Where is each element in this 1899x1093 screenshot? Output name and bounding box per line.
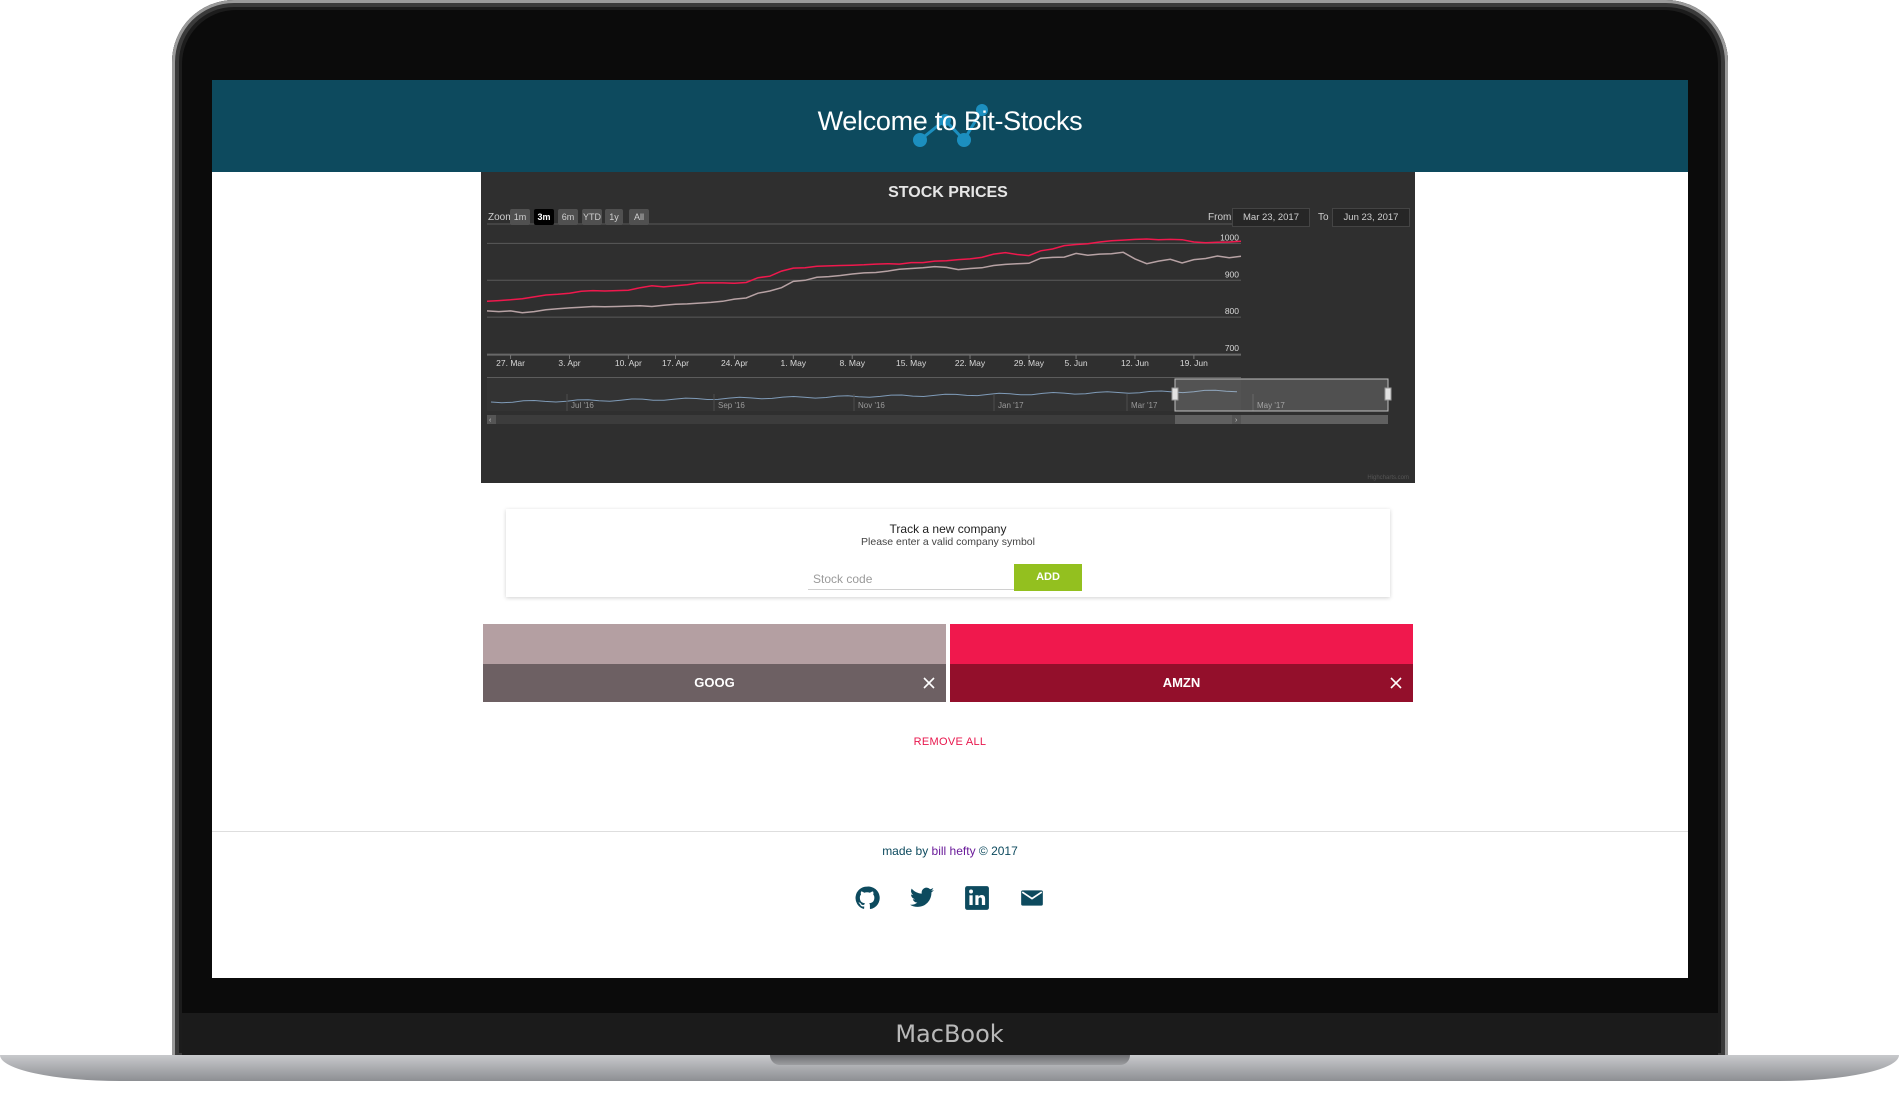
close-icon[interactable] <box>920 674 938 692</box>
stock-tile-amzn[interactable]: AMZN <box>950 624 1413 702</box>
x-tick-label: 19. Jun <box>1180 358 1208 368</box>
x-tick-label: 29. May <box>1014 358 1045 368</box>
stock-tile-color <box>950 624 1413 664</box>
stock-code-input[interactable] <box>808 569 1018 590</box>
x-tick-label: 1. May <box>781 358 807 368</box>
footer-suffix: © 2017 <box>975 844 1018 858</box>
navigator-label: Nov '16 <box>858 401 885 410</box>
screen: Welcome to Bit-Stocks 700 800 900 1000 27. M… <box>212 80 1688 978</box>
x-tick-label: 22. May <box>955 358 986 368</box>
track-company-card: Track a new company Please enter a valid… <box>506 509 1390 597</box>
remove-all-button[interactable]: REMOVE ALL <box>212 736 1688 748</box>
x-tick-label: 10. Apr <box>615 358 642 368</box>
mail-icon[interactable] <box>1019 885 1045 911</box>
to-label: To <box>1318 212 1329 223</box>
zoom-button-1m[interactable]: 1m <box>510 209 530 225</box>
stock-symbol: AMZN <box>950 664 1413 702</box>
navigator-handle-left <box>1171 387 1179 401</box>
x-tick-label: 27. Mar <box>496 358 525 368</box>
footer-divider <box>212 831 1688 832</box>
x-tick-label: 24. Apr <box>721 358 748 368</box>
chart-credit[interactable]: Highcharts.com <box>1367 475 1409 481</box>
navigator-handle-right <box>1384 387 1392 401</box>
stock-tile-color <box>483 624 946 664</box>
track-title: Track a new company <box>889 522 1007 536</box>
app-header: Welcome to Bit-Stocks <box>212 80 1688 172</box>
navigator-label: Jan '17 <box>998 401 1024 410</box>
footer-prefix: made by <box>882 844 932 858</box>
y-tick-label: 900 <box>1225 269 1239 279</box>
github-icon[interactable] <box>854 885 880 911</box>
zoom-button-3m[interactable]: 3m <box>534 209 554 225</box>
series-line-goog <box>486 251 1242 314</box>
y-tick-label: 800 <box>1225 306 1239 316</box>
footer-credit: made by bill hefty © 2017 <box>212 844 1688 858</box>
close-icon[interactable] <box>1387 674 1405 692</box>
chart-title: STOCK PRICES <box>888 184 1008 201</box>
stock-chart[interactable]: 700 800 900 1000 27. Mar 3. Apr 10. Apr 17. Apr… <box>481 172 1415 483</box>
y-tick-label: 700 <box>1225 343 1239 353</box>
from-label: From <box>1208 212 1232 223</box>
navigator-label: Mar '17 <box>1131 401 1158 410</box>
x-tick-label: 3. Apr <box>558 358 580 368</box>
x-tick-label: 15. May <box>896 358 927 368</box>
zoom-button-all[interactable]: All <box>629 209 649 225</box>
to-date-input[interactable]: Jun 23, 2017 <box>1332 208 1410 227</box>
page-title: Welcome to Bit-Stocks <box>817 106 1083 136</box>
add-button[interactable]: ADD <box>1014 564 1082 591</box>
x-tick-label: 12. Jun <box>1121 358 1149 368</box>
zoom-button-1y[interactable]: 1y <box>605 209 623 225</box>
x-tick-label: 8. May <box>839 358 865 368</box>
zoom-button-ytd[interactable]: YTD <box>582 209 602 225</box>
navigator-label: Sep '16 <box>718 401 745 410</box>
stock-symbol: GOOG <box>483 664 946 702</box>
linkedin-icon[interactable] <box>964 885 990 911</box>
from-date-input[interactable]: Mar 23, 2017 <box>1232 208 1310 227</box>
navigator-selection <box>1174 378 1389 412</box>
x-tick-label: 5. Jun <box>1064 358 1087 368</box>
x-tick-label: 17. Apr <box>662 358 689 368</box>
series-line-amzn <box>486 238 1242 303</box>
author-link[interactable]: bill hefty <box>932 844 976 858</box>
scrollbar-thumb <box>1175 415 1388 424</box>
scrollbar-track <box>487 415 1241 424</box>
stock-tile-goog[interactable]: GOOG <box>483 624 946 702</box>
zoom-button-6m[interactable]: 6m <box>558 209 578 225</box>
laptop-notch <box>770 1055 1130 1065</box>
twitter-icon[interactable] <box>909 885 935 911</box>
track-subtitle: Please enter a valid company symbol <box>861 536 1035 548</box>
navigator-label: Jul '16 <box>571 401 594 410</box>
laptop-brand-label: MacBook <box>895 1020 1004 1048</box>
